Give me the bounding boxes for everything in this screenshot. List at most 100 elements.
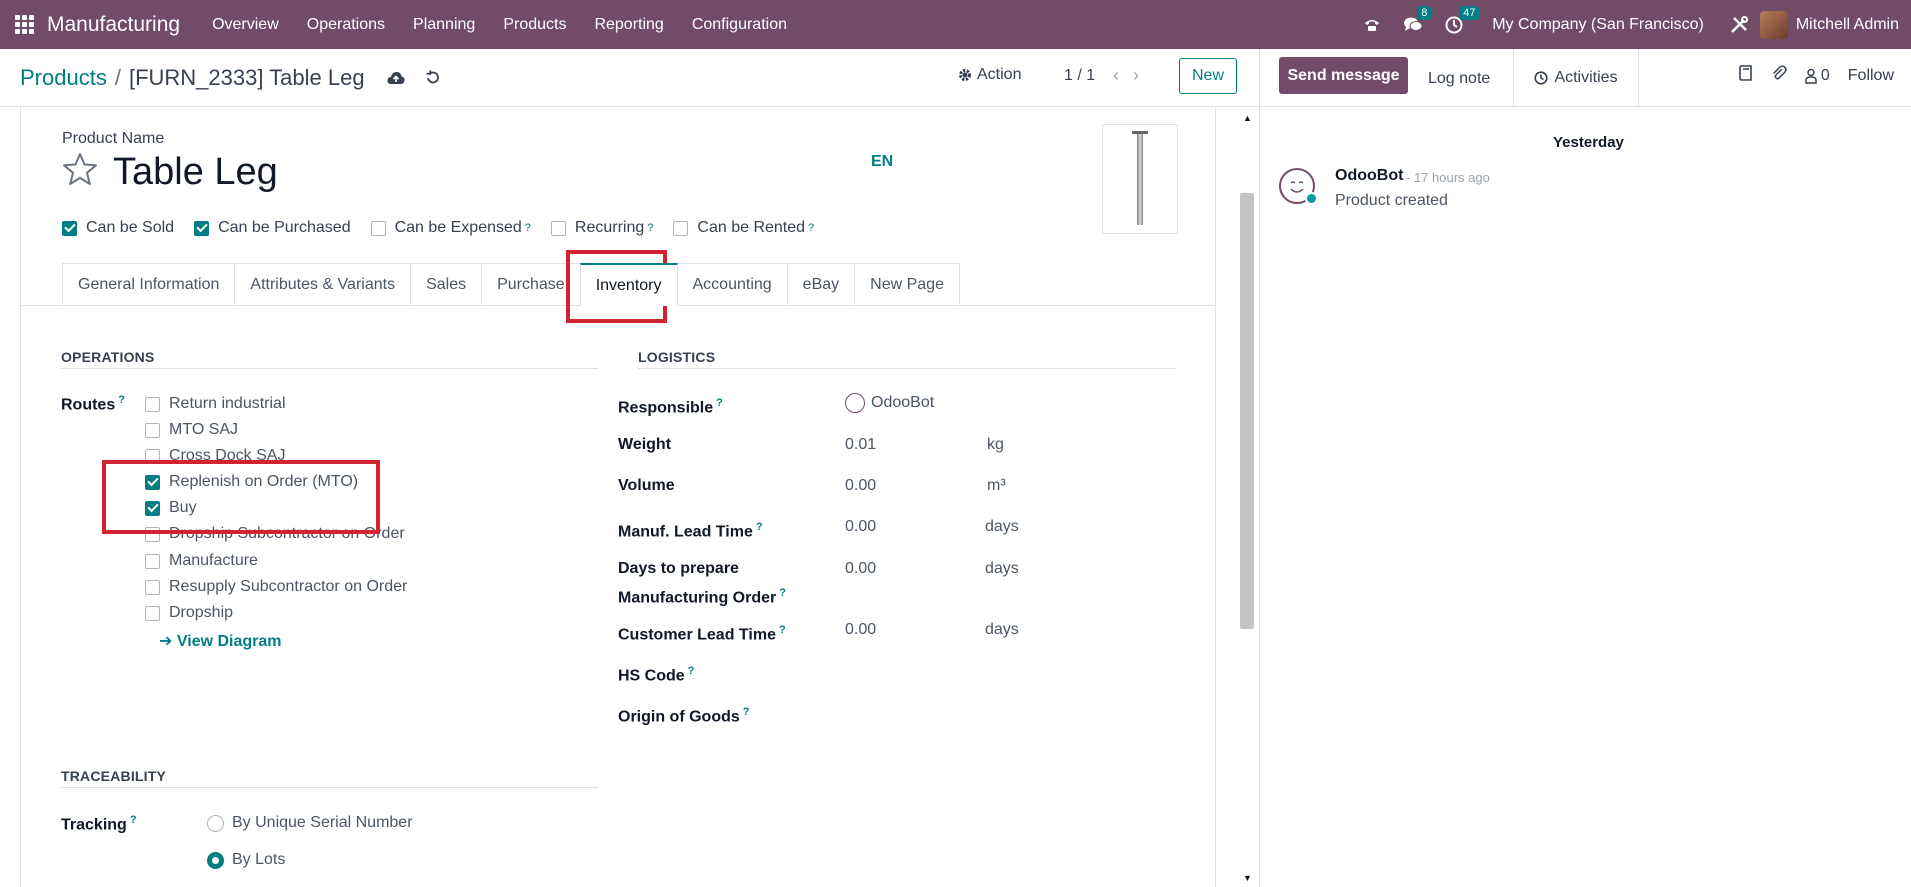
tab-general-information[interactable]: General Information [62, 263, 236, 305]
flag-can-be-rented[interactable]: Can be Rented? [673, 219, 814, 237]
help-icon[interactable]: ? [118, 394, 125, 406]
tab-new-page[interactable]: New Page [854, 263, 960, 305]
help-icon[interactable]: ? [130, 814, 137, 826]
pager-value[interactable]: 1 / 1 [1064, 67, 1095, 85]
scroll-thumb[interactable] [1240, 193, 1254, 629]
followers-button[interactable]: 0 [1805, 67, 1830, 85]
checkbox[interactable] [550, 220, 566, 236]
responsible-field[interactable]: OdooBot [845, 393, 934, 413]
user-avatar[interactable] [1759, 10, 1788, 39]
help-icon[interactable]: ? [743, 706, 750, 718]
menu-planning[interactable]: Planning [399, 16, 489, 34]
route-mto-saj[interactable]: MTO SAJ [145, 421, 238, 439]
days-prepare-field[interactable]: 0.00 [845, 560, 876, 578]
scroll-up-icon[interactable]: ▲ [1243, 113, 1252, 123]
menu-reporting[interactable]: Reporting [580, 16, 677, 34]
chevron-right-icon[interactable]: › [1133, 65, 1139, 86]
app-name[interactable]: Manufacturing [47, 13, 180, 37]
menu-operations[interactable]: Operations [293, 16, 399, 34]
checkbox[interactable] [194, 220, 210, 236]
help-icon[interactable]: ? [779, 624, 786, 636]
gear-icon [959, 69, 971, 81]
tab-ebay[interactable]: eBay [786, 263, 856, 305]
send-message-button[interactable]: Send message [1279, 57, 1408, 94]
manuf-lead-time-field[interactable]: 0.00 [845, 518, 876, 536]
tab-inventory[interactable]: Inventory [579, 263, 678, 306]
form-scrollbar[interactable]: ▲ ▼ [1236, 107, 1258, 887]
operations-title: OPERATIONS [61, 349, 155, 365]
checkbox[interactable] [145, 553, 160, 569]
activities-button[interactable]: Activities [1513, 49, 1639, 107]
tab-accounting[interactable]: Accounting [676, 263, 788, 305]
checkbox[interactable] [673, 220, 689, 236]
book-icon[interactable] [1739, 65, 1753, 86]
discard-icon[interactable] [425, 69, 441, 86]
tracking-option-label: By Lots [232, 851, 286, 868]
messages-icon[interactable]: 8 [1403, 5, 1432, 34]
checkbox[interactable] [62, 220, 77, 236]
chatter-actions: 0 Follow [1739, 65, 1894, 86]
help-icon[interactable]: ? [808, 222, 814, 234]
chevron-left-icon[interactable]: ‹ [1113, 65, 1119, 86]
radio-button[interactable] [207, 814, 224, 832]
volume-label: Volume [618, 477, 675, 494]
flag-label: Can be Rented [697, 219, 806, 236]
new-button[interactable]: New [1179, 58, 1237, 94]
menu-products[interactable]: Products [489, 16, 580, 34]
scroll-down-icon[interactable]: ▼ [1243, 873, 1252, 883]
origin-of-goods-label: Origin of Goods? [618, 700, 750, 729]
user-menu[interactable]: Mitchell Admin [1796, 16, 1899, 34]
customer-lead-time-field[interactable]: 0.00 [845, 621, 876, 639]
view-diagram-label: View Diagram [176, 633, 282, 650]
tools-icon[interactable] [1729, 15, 1749, 35]
route-return-industrial[interactable]: Return industrial [145, 395, 286, 413]
route-dropship[interactable]: Dropship [145, 604, 233, 622]
message-author[interactable]: OdooBot [1335, 167, 1403, 185]
menu-configuration[interactable]: Configuration [678, 16, 801, 34]
view-diagram-link[interactable]: ➔ View Diagram [159, 631, 282, 651]
flag-can-be-expensed[interactable]: Can be Expensed? [370, 219, 531, 237]
menu-overview[interactable]: Overview [198, 16, 293, 34]
checkbox[interactable] [145, 605, 160, 621]
product-image[interactable] [1102, 124, 1178, 234]
log-note-button[interactable]: Log note [1428, 57, 1490, 101]
app-menu-icon[interactable] [15, 14, 35, 35]
checkbox[interactable] [145, 579, 160, 595]
follow-button[interactable]: Follow [1848, 67, 1894, 85]
route-manufacture[interactable]: Manufacture [145, 552, 258, 570]
route-resupply-subcontractor[interactable]: Resupply Subcontractor on Order [145, 578, 407, 596]
company-switcher[interactable]: My Company (San Francisco) [1492, 16, 1704, 34]
origin-of-goods-label-text: Origin of Goods [618, 708, 740, 726]
paperclip-icon[interactable] [1771, 65, 1787, 86]
help-icon[interactable]: ? [647, 222, 653, 234]
checkbox[interactable] [370, 220, 386, 236]
product-name-field[interactable]: Table Leg [113, 151, 278, 194]
language-button[interactable]: EN [871, 153, 893, 171]
volume-field[interactable]: 0.00 [845, 477, 876, 495]
breadcrumb-products[interactable]: Products [20, 65, 107, 91]
tracking-lots-option[interactable]: By Lots [207, 851, 285, 869]
star-icon[interactable] [62, 152, 98, 191]
help-icon[interactable]: ? [779, 587, 786, 599]
radio-button[interactable] [207, 851, 224, 869]
phone-icon[interactable] [1363, 17, 1381, 33]
help-icon[interactable]: ? [756, 521, 763, 533]
days-prepare-label-line1: Days to prepare [618, 560, 739, 577]
help-icon[interactable]: ? [525, 222, 531, 234]
checkbox[interactable] [145, 396, 160, 412]
tracking-serial-option[interactable]: By Unique Serial Number [207, 814, 413, 832]
odoobot-avatar[interactable] [1279, 168, 1318, 205]
tab-attributes-variants[interactable]: Attributes & Variants [234, 263, 412, 305]
help-icon[interactable]: ? [688, 665, 695, 677]
top-navbar: Manufacturing Overview Operations Planni… [0, 0, 1911, 49]
action-menu-button[interactable]: Action [958, 66, 1021, 84]
flag-can-be-purchased[interactable]: Can be Purchased [194, 219, 351, 237]
checkbox[interactable] [145, 422, 160, 438]
flag-recurring[interactable]: Recurring? [550, 219, 653, 237]
weight-field[interactable]: 0.01 [845, 436, 876, 454]
tab-sales[interactable]: Sales [410, 263, 483, 305]
activities-icon[interactable]: 47 [1445, 5, 1480, 34]
help-icon[interactable]: ? [716, 397, 723, 409]
flag-can-be-sold[interactable]: Can be Sold [62, 219, 174, 237]
save-cloud-icon[interactable] [387, 71, 405, 85]
